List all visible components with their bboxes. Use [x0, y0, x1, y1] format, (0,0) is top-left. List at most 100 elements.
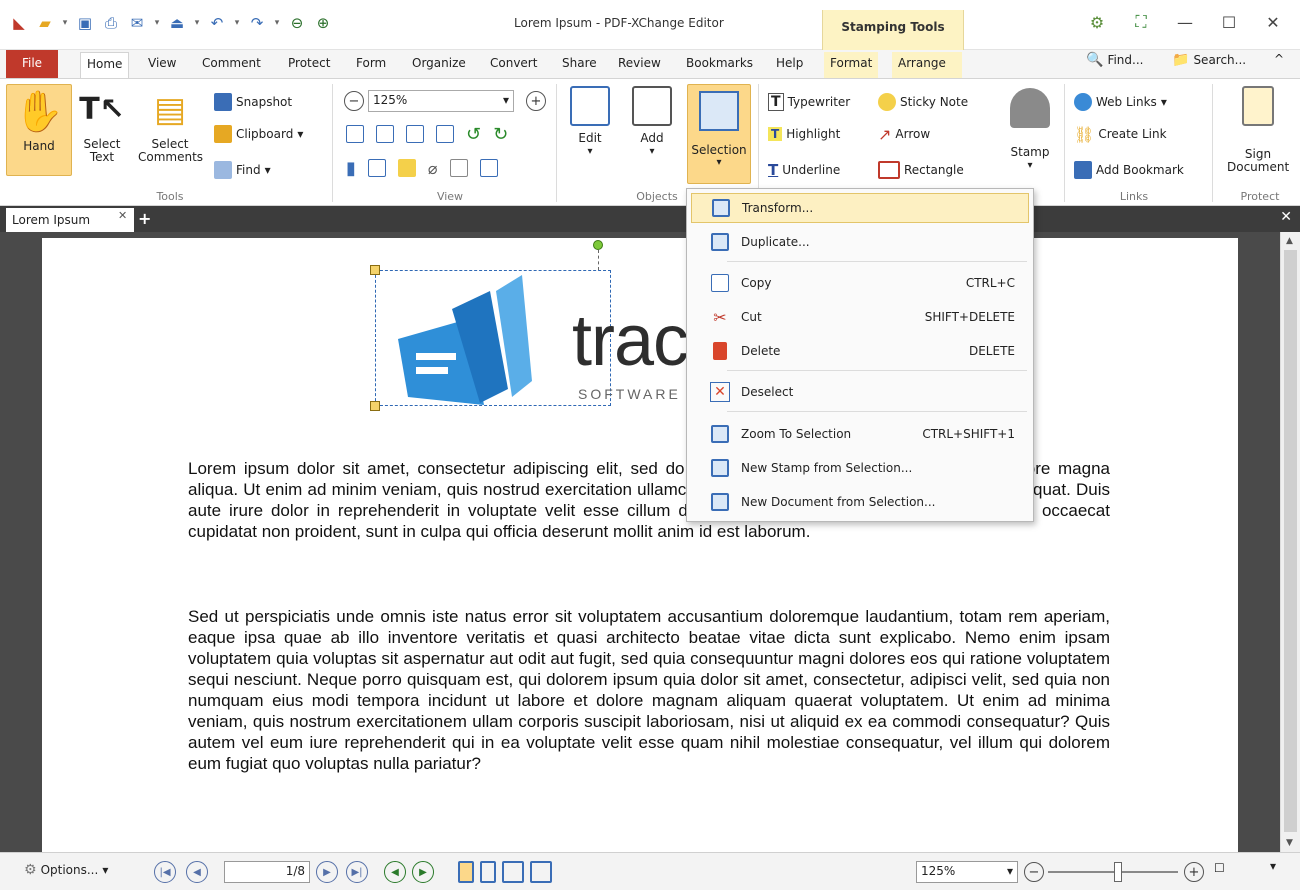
zoom-slider-knob[interactable] [1114, 862, 1122, 882]
zoom-in-icon[interactable]: + [526, 91, 546, 111]
menu-item-cut[interactable]: ✂ Cut SHIFT+DELETE [691, 302, 1029, 332]
fit-page-icon[interactable] [376, 125, 394, 143]
facing-pages-icon[interactable] [502, 861, 524, 883]
tab-organize[interactable]: Organize [406, 52, 472, 78]
tab-view[interactable]: View [142, 52, 182, 78]
tab-comment[interactable]: Comment [196, 52, 267, 78]
app-logo-icon[interactable]: ◣ [8, 12, 30, 34]
tab-file[interactable]: File [6, 50, 58, 78]
chevron-down-icon[interactable]: ▾ [60, 12, 70, 34]
first-page-button[interactable]: |◀ [154, 861, 176, 883]
menu-item-copy[interactable]: Copy CTRL+C [691, 268, 1029, 298]
resize-handle-bottom-left[interactable] [370, 401, 380, 411]
menu-item-delete[interactable]: Delete DELETE [691, 336, 1029, 366]
create-link-button[interactable]: ⛓ Create Link [1074, 124, 1167, 144]
chevron-down-icon[interactable]: ▾ [272, 12, 282, 34]
continuous-facing-icon[interactable] [530, 861, 552, 883]
zoom-out-icon[interactable]: − [344, 91, 364, 111]
fit-visible-icon[interactable] [436, 125, 454, 143]
sign-document-button[interactable]: Sign Document [1218, 82, 1298, 190]
rectangle-button[interactable]: Rectangle [878, 160, 964, 180]
clipboard-button[interactable]: Clipboard ▾ [214, 124, 303, 144]
selection-button[interactable]: Selection ▾ [687, 84, 751, 184]
comments-pane-icon[interactable] [397, 159, 416, 177]
chevron-down-icon[interactable]: ▾ [232, 12, 242, 34]
menu-item-transform[interactable]: Transform... [691, 193, 1029, 223]
tab-home[interactable]: Home [80, 52, 130, 79]
close-button[interactable]: ✕ [1256, 8, 1290, 36]
close-icon[interactable]: ✕ [118, 209, 127, 222]
back-view-button[interactable]: ◀ [384, 861, 406, 883]
maximize-button[interactable]: ☐ [1212, 8, 1246, 36]
save-icon[interactable]: ▣ [74, 12, 96, 34]
sticky-note-button[interactable]: Sticky Note [878, 92, 968, 112]
tab-protect[interactable]: Protect [282, 52, 336, 78]
new-tab-icon[interactable]: + [138, 209, 151, 228]
print-icon[interactable]: ⎙ [100, 12, 122, 34]
tab-form[interactable]: Form [350, 52, 392, 78]
chevron-down-icon[interactable]: ▾ [192, 12, 202, 34]
undo-icon[interactable]: ↶ [206, 12, 228, 34]
find-tool-button[interactable]: Find ▾ [214, 160, 271, 180]
zoom-combo[interactable]: 125% ▾ [368, 90, 514, 112]
tab-convert[interactable]: Convert [484, 52, 543, 78]
statusbar-zoom-combo[interactable]: 125% ▾ [916, 861, 1018, 883]
snapshot-button[interactable]: Snapshot [214, 92, 292, 112]
resize-handle-top-left[interactable] [370, 265, 380, 275]
collapse-ribbon-icon[interactable]: ^ [1274, 52, 1284, 66]
add-bookmark-button[interactable]: Add Bookmark [1074, 160, 1184, 180]
statusbar-menu-icon[interactable]: ▾ [1270, 859, 1276, 873]
tab-help[interactable]: Help [770, 52, 809, 78]
destinations-pane-icon[interactable] [449, 159, 468, 177]
properties-pane-icon[interactable] [479, 159, 498, 177]
document-tab[interactable]: Lorem Ipsum ✕ [6, 208, 134, 232]
redo-icon[interactable]: ↷ [246, 12, 268, 34]
zoom-slider-track[interactable] [1048, 871, 1178, 873]
pages-pane-icon[interactable] [367, 159, 386, 177]
tab-review[interactable]: Review [612, 52, 667, 78]
select-comments-button[interactable]: ▤ Select Comments [134, 82, 206, 190]
highlight-button[interactable]: T Highlight [768, 124, 840, 144]
statusbar-zoom-out-icon[interactable]: − [1024, 862, 1044, 882]
forward-view-button[interactable]: ▶ [412, 861, 434, 883]
statusbar-zoom-in-icon[interactable]: + [1184, 862, 1204, 882]
menu-item-new-document[interactable]: New Document from Selection... [691, 487, 1029, 517]
underline-button[interactable]: T Underline [768, 160, 840, 180]
web-links-button[interactable]: Web Links ▾ [1074, 92, 1167, 112]
rotation-handle[interactable] [593, 240, 603, 250]
next-page-button[interactable]: ▶ [316, 861, 338, 883]
minimize-button[interactable]: — [1168, 8, 1202, 36]
back-icon[interactable]: ⊖ [286, 12, 308, 34]
scroll-up-icon[interactable]: ▲ [1286, 236, 1293, 246]
menu-item-zoom-to-selection[interactable]: Zoom To Selection CTRL+SHIFT+1 [691, 419, 1029, 449]
menu-item-new-stamp[interactable]: New Stamp from Selection... [691, 453, 1029, 483]
settings-icon[interactable]: ⚙ [1080, 8, 1114, 36]
previous-page-button[interactable]: ◀ [186, 861, 208, 883]
arrow-button[interactable]: ↗ Arrow [878, 124, 930, 144]
scan-icon[interactable]: ⏏ [166, 12, 188, 34]
vertical-scrollbar[interactable]: ▲ ▼ [1280, 232, 1300, 852]
hand-button[interactable]: ✋ Hand [6, 84, 72, 176]
stamp-button[interactable]: Stamp ▾ [1004, 82, 1056, 190]
chevron-down-icon[interactable]: ▾ [152, 12, 162, 34]
fullscreen-icon[interactable]: ⛶ [1124, 8, 1158, 36]
bookmarks-pane-icon[interactable]: ▮ [346, 158, 356, 179]
single-page-icon[interactable] [458, 861, 474, 883]
menu-item-deselect[interactable]: ✕ Deselect [691, 377, 1029, 407]
open-folder-icon[interactable]: ▰ [34, 12, 56, 34]
tab-arrange[interactable]: Arrange [892, 52, 962, 78]
email-icon[interactable]: ✉ [126, 12, 148, 34]
forward-icon[interactable]: ⊕ [312, 12, 334, 34]
actual-size-icon[interactable] [346, 125, 364, 143]
options-button[interactable]: ⚙ Options... ▾ [24, 862, 108, 878]
fullscreen-toggle-icon[interactable]: ☐ [1214, 861, 1225, 875]
tab-bookmarks[interactable]: Bookmarks [680, 52, 759, 78]
scroll-thumb[interactable] [1284, 250, 1297, 832]
close-document-icon[interactable]: ✕ [1280, 209, 1292, 225]
select-text-button[interactable]: T↖ Select Text [78, 82, 126, 190]
rotate-left-icon[interactable]: ↺ [466, 124, 481, 145]
rotate-right-icon[interactable]: ↻ [493, 124, 508, 145]
tab-format[interactable]: Format [824, 52, 879, 78]
last-page-button[interactable]: ▶| [346, 861, 368, 883]
scroll-down-icon[interactable]: ▼ [1286, 838, 1293, 848]
